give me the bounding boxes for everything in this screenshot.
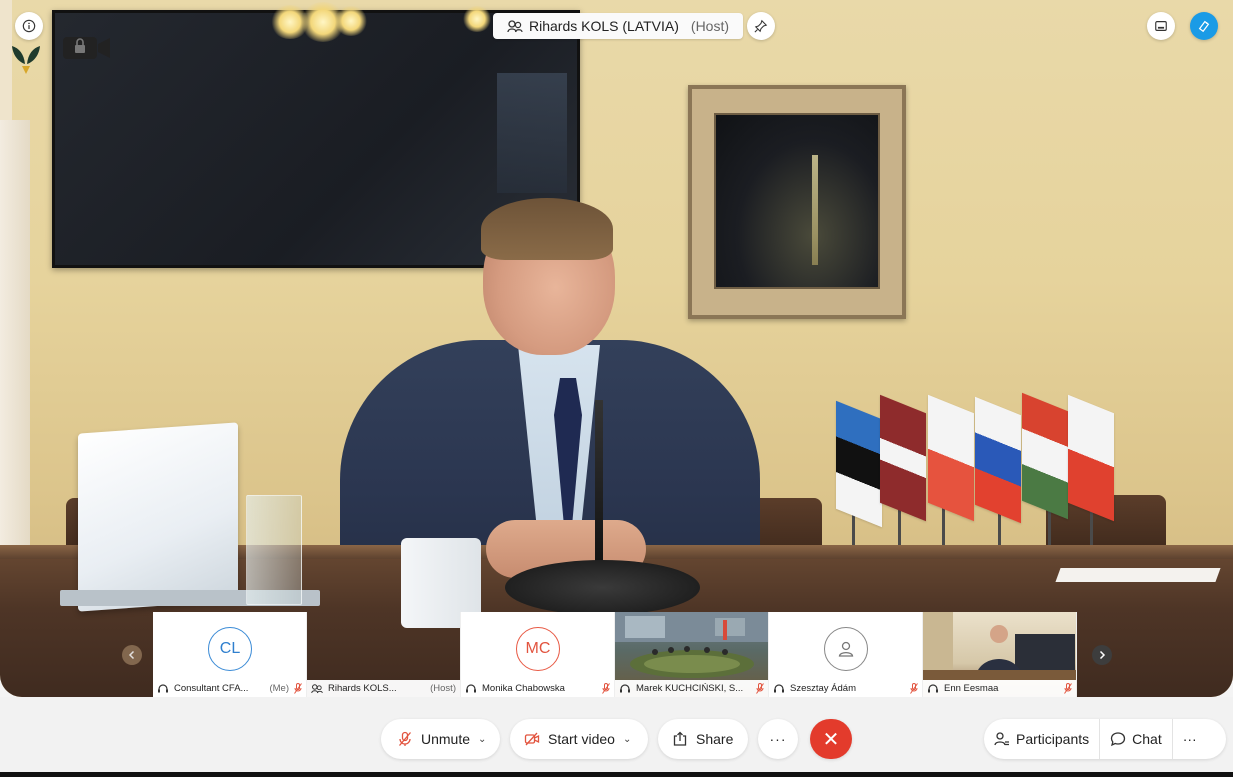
window-bottom-edge <box>0 772 1233 777</box>
ai-assistant-button[interactable] <box>1190 12 1218 40</box>
participant-namebar: Enn Eesmaa <box>923 680 1076 697</box>
audio-headset-icon <box>620 684 630 693</box>
participant-tile[interactable]: MC Monika Chabowska <box>461 612 615 697</box>
scene-flag-estonia <box>836 400 882 528</box>
mic-muted-icon <box>756 683 764 694</box>
audio-headset-icon <box>774 684 784 693</box>
meeting-controls-bar: Unmute ⌄ Start video ⌄ Share ··· ✕ Parti… <box>0 697 1233 777</box>
participants-icon <box>994 732 1009 746</box>
chevron-left-icon <box>128 650 135 660</box>
mic-muted-icon <box>602 683 610 694</box>
pin-button[interactable] <box>747 12 775 40</box>
audio-headset-icon <box>928 684 938 693</box>
start-video-button[interactable]: Start video ⌄ <box>510 719 648 759</box>
participant-video-thumbnail <box>923 612 1076 680</box>
leave-meeting-button[interactable]: ✕ <box>810 719 852 759</box>
more-options-button[interactable]: ··· <box>758 719 798 759</box>
participant-namebar: Szesztay Ádám <box>769 680 922 697</box>
participant-namebar: Consultant CFA... (Me) <box>153 680 306 697</box>
panels-group: Participants Chat ··· <box>984 719 1226 759</box>
participant-namebar: Marek KUCHCIŃSKI, S... <box>615 680 768 697</box>
chevron-down-icon[interactable]: ⌄ <box>478 734 486 745</box>
pin-icon <box>754 19 768 33</box>
participant-filmstrip: CL Consultant CFA... (Me) Rihards KOLS..… <box>153 612 1081 697</box>
participant-name: Marek KUCHCIŃSKI, S... <box>636 683 744 694</box>
participant-tile[interactable]: Rihards KOLS... (Host) <box>307 612 461 697</box>
share-button[interactable]: Share <box>658 719 748 759</box>
mic-muted-icon <box>1064 683 1072 694</box>
host-icon <box>507 20 523 33</box>
camera-locked-icon <box>63 37 110 59</box>
participant-tile[interactable]: Szesztay Ádám <box>769 612 923 697</box>
host-name: Rihards KOLS (LATVIA) <box>529 18 679 34</box>
meeting-window: Rihards KOLS (LATVIA) (Host) CL Consulta… <box>0 0 1233 777</box>
scene-flag-latvia <box>880 394 926 522</box>
video-off-icon <box>524 732 540 746</box>
unmute-label: Unmute <box>421 731 471 747</box>
scene-flag-czechia <box>1068 394 1114 522</box>
participant-namebar: Rihards KOLS... (Host) <box>307 680 460 697</box>
person-icon <box>838 641 854 657</box>
scene-wall-left <box>0 120 30 560</box>
filmstrip-next-button[interactable] <box>1092 645 1112 665</box>
avatar: CL <box>208 627 252 671</box>
host-icon <box>311 684 323 694</box>
chevron-down-icon[interactable]: ⌄ <box>623 734 631 745</box>
app-logo-icon <box>12 46 40 74</box>
participant-tile[interactable]: Marek KUCHCIŃSKI, S... <box>615 612 769 697</box>
participant-tag: (Me) <box>269 683 289 694</box>
scene-water-glass <box>246 495 302 605</box>
participant-video-thumbnail <box>615 612 768 678</box>
participant-tile[interactable]: CL Consultant CFA... (Me) <box>153 612 307 697</box>
filmstrip-prev-button[interactable] <box>122 645 142 665</box>
participant-namebar: Monika Chabowska <box>461 680 614 697</box>
meeting-info-button[interactable] <box>15 12 43 40</box>
mic-muted-icon <box>910 683 918 694</box>
participant-tag: (Host) <box>430 683 456 694</box>
layout-button[interactable] <box>1147 12 1175 40</box>
participant-name: Consultant CFA... <box>174 683 249 694</box>
mic-muted-icon <box>294 683 302 694</box>
participant-name: Rihards KOLS... <box>328 683 397 694</box>
layout-icon <box>1155 21 1167 31</box>
chevron-right-icon <box>1099 650 1106 660</box>
chat-icon <box>1111 732 1126 747</box>
participant-name: Szesztay Ádám <box>790 683 856 694</box>
unmute-button[interactable]: Unmute ⌄ <box>381 719 500 759</box>
scene-paper <box>1055 568 1221 582</box>
scene-ceiling-light <box>334 6 368 36</box>
active-speaker-video: Rihards KOLS (LATVIA) (Host) <box>0 0 1233 697</box>
scene-painting <box>688 85 906 319</box>
mic-muted-icon <box>399 731 411 746</box>
scene-flag-slovakia <box>975 396 1021 524</box>
scene-ceiling-light <box>462 6 492 32</box>
participant-name: Monika Chabowska <box>482 683 565 694</box>
scene-microphone <box>595 400 603 570</box>
start-video-label: Start video <box>548 731 615 747</box>
audio-headset-icon <box>466 684 476 693</box>
scene-speaker-hair <box>481 198 613 260</box>
chat-label: Chat <box>1132 731 1162 747</box>
share-label: Share <box>696 731 734 747</box>
avatar <box>824 627 868 671</box>
participants-label: Participants <box>1016 731 1090 747</box>
participant-tile[interactable]: Enn Eesmaa <box>923 612 1077 697</box>
info-icon <box>22 19 36 33</box>
audio-headset-icon <box>158 684 168 693</box>
scene-flag-hungary <box>1022 392 1068 520</box>
participant-name: Enn Eesmaa <box>944 683 999 694</box>
participants-button[interactable]: Participants <box>984 719 1099 759</box>
share-icon <box>673 731 687 746</box>
avatar: MC <box>516 627 560 671</box>
panels-overflow-button[interactable]: ··· <box>1173 719 1207 759</box>
active-speaker-label: Rihards KOLS (LATVIA) (Host) <box>493 13 744 39</box>
scene-flag-poland <box>928 394 974 522</box>
chat-button[interactable]: Chat <box>1100 719 1172 759</box>
scene-microphone-base <box>505 560 700 615</box>
scene-laptop <box>78 422 238 612</box>
assistant-icon <box>1198 20 1210 33</box>
host-role: (Host) <box>690 18 730 34</box>
